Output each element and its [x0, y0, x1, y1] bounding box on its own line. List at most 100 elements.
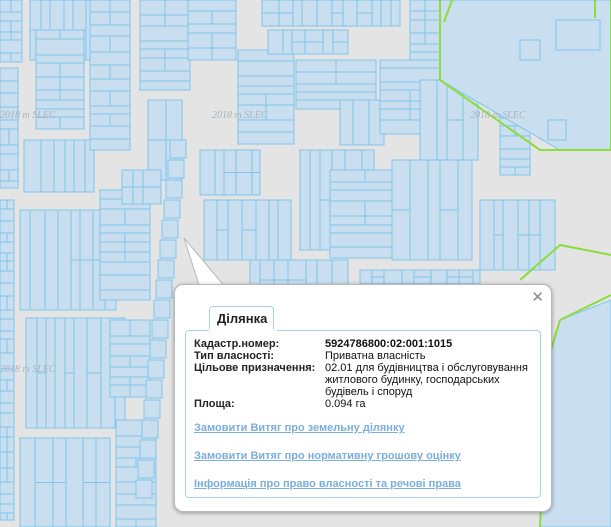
parcel[interactable]: [164, 14, 191, 27]
parcel[interactable]: [379, 59, 441, 69]
parcel[interactable]: [0, 67, 19, 82]
parcel[interactable]: [121, 186, 134, 205]
parcel[interactable]: [268, 199, 279, 261]
parcel[interactable]: [0, 0, 12, 13]
parcel[interactable]: [211, 10, 237, 25]
parcel[interactable]: [446, 269, 460, 278]
parcel[interactable]: [322, 29, 334, 55]
parcel[interactable]: [59, 116, 85, 130]
parcel[interactable]: [457, 159, 473, 261]
parcel[interactable]: [413, 269, 432, 278]
parcel[interactable]: [237, 131, 295, 145]
parcel[interactable]: [35, 89, 61, 101]
parcel[interactable]: [99, 241, 126, 253]
parcel[interactable]: [0, 144, 19, 155]
parcel[interactable]: [237, 60, 295, 77]
parcel[interactable]: [65, 437, 84, 527]
parcel[interactable]: [430, 269, 448, 285]
parcel[interactable]: [439, 209, 459, 261]
parcel[interactable]: [35, 29, 61, 40]
parcel[interactable]: [157, 259, 175, 279]
parcel[interactable]: [124, 208, 151, 226]
parcel[interactable]: [109, 90, 131, 107]
parcel[interactable]: [115, 518, 137, 527]
parcel[interactable]: [147, 99, 167, 141]
parcel[interactable]: [287, 259, 307, 281]
parcel[interactable]: [142, 169, 162, 188]
parcel[interactable]: [0, 309, 15, 320]
parcel[interactable]: [79, 259, 94, 311]
parcel[interactable]: [329, 224, 401, 234]
parcel[interactable]: [86, 317, 102, 374]
parcel[interactable]: [211, 32, 237, 49]
parcel[interactable]: [371, 269, 385, 278]
parcel[interactable]: [109, 355, 131, 368]
parcel[interactable]: [339, 99, 354, 146]
parcel[interactable]: [282, 29, 293, 55]
parcel[interactable]: [329, 181, 401, 191]
parcel[interactable]: [109, 335, 151, 345]
parcel[interactable]: [383, 269, 403, 285]
parcel[interactable]: [147, 359, 165, 379]
parcel[interactable]: [0, 379, 8, 392]
parcel[interactable]: [35, 99, 85, 110]
parcel[interactable]: [267, 29, 284, 55]
parcel[interactable]: [379, 100, 411, 110]
parcel[interactable]: [6, 295, 15, 311]
parcel[interactable]: [371, 276, 385, 285]
parcel[interactable]: [295, 91, 377, 101]
parcel[interactable]: [29, 209, 46, 311]
parcel[interactable]: [0, 481, 15, 495]
parcel[interactable]: [109, 64, 131, 80]
parcel[interactable]: [519, 39, 541, 61]
parcel[interactable]: [356, 0, 373, 14]
parcel[interactable]: [0, 20, 12, 33]
parcel[interactable]: [165, 99, 183, 141]
parcel[interactable]: [6, 379, 15, 392]
parcel[interactable]: [0, 11, 23, 22]
parcel[interactable]: [0, 390, 15, 404]
parcel[interactable]: [109, 0, 131, 13]
parcel[interactable]: [528, 199, 541, 236]
parcel[interactable]: [409, 32, 426, 45]
parcel[interactable]: [124, 232, 151, 243]
parcel[interactable]: [59, 62, 85, 78]
parcel[interactable]: [141, 419, 159, 439]
parcel[interactable]: [6, 436, 15, 453]
parcel[interactable]: [139, 40, 191, 50]
parcel[interactable]: [0, 282, 15, 297]
parcel[interactable]: [73, 317, 88, 429]
parcel[interactable]: [153, 299, 171, 319]
parcel[interactable]: [164, 0, 191, 16]
parcel[interactable]: [139, 0, 166, 16]
parcel[interactable]: [79, 209, 94, 261]
parcel[interactable]: [211, 47, 237, 61]
parcel[interactable]: [99, 261, 151, 276]
parcel[interactable]: [331, 0, 344, 14]
parcel[interactable]: [64, 372, 75, 429]
parcel[interactable]: [0, 39, 23, 54]
parcel[interactable]: [291, 29, 306, 43]
tab-parcel[interactable]: Ділянка: [209, 306, 275, 331]
parcel[interactable]: [424, 19, 441, 34]
parcel[interactable]: [89, 90, 111, 107]
parcel[interactable]: [109, 319, 131, 337]
parcel[interactable]: [517, 199, 530, 236]
order-valuation-extract-link[interactable]: Замовити Витяг про нормативну грошову оц…: [194, 450, 461, 462]
parcel[interactable]: [0, 92, 19, 108]
parcel[interactable]: [167, 159, 185, 179]
parcel[interactable]: [409, 10, 426, 21]
parcel[interactable]: [352, 99, 370, 146]
parcel[interactable]: [99, 289, 151, 301]
parcel[interactable]: [342, 0, 358, 27]
parcel[interactable]: [278, 0, 294, 14]
parcel[interactable]: [99, 208, 126, 226]
parcel[interactable]: [237, 119, 295, 133]
parcel[interactable]: [0, 180, 19, 189]
parcel[interactable]: [6, 232, 15, 243]
parcel[interactable]: [139, 439, 157, 459]
parcel[interactable]: [89, 105, 131, 115]
parcel[interactable]: [82, 437, 97, 483]
parcel[interactable]: [10, 20, 23, 33]
parcel[interactable]: [0, 426, 8, 438]
